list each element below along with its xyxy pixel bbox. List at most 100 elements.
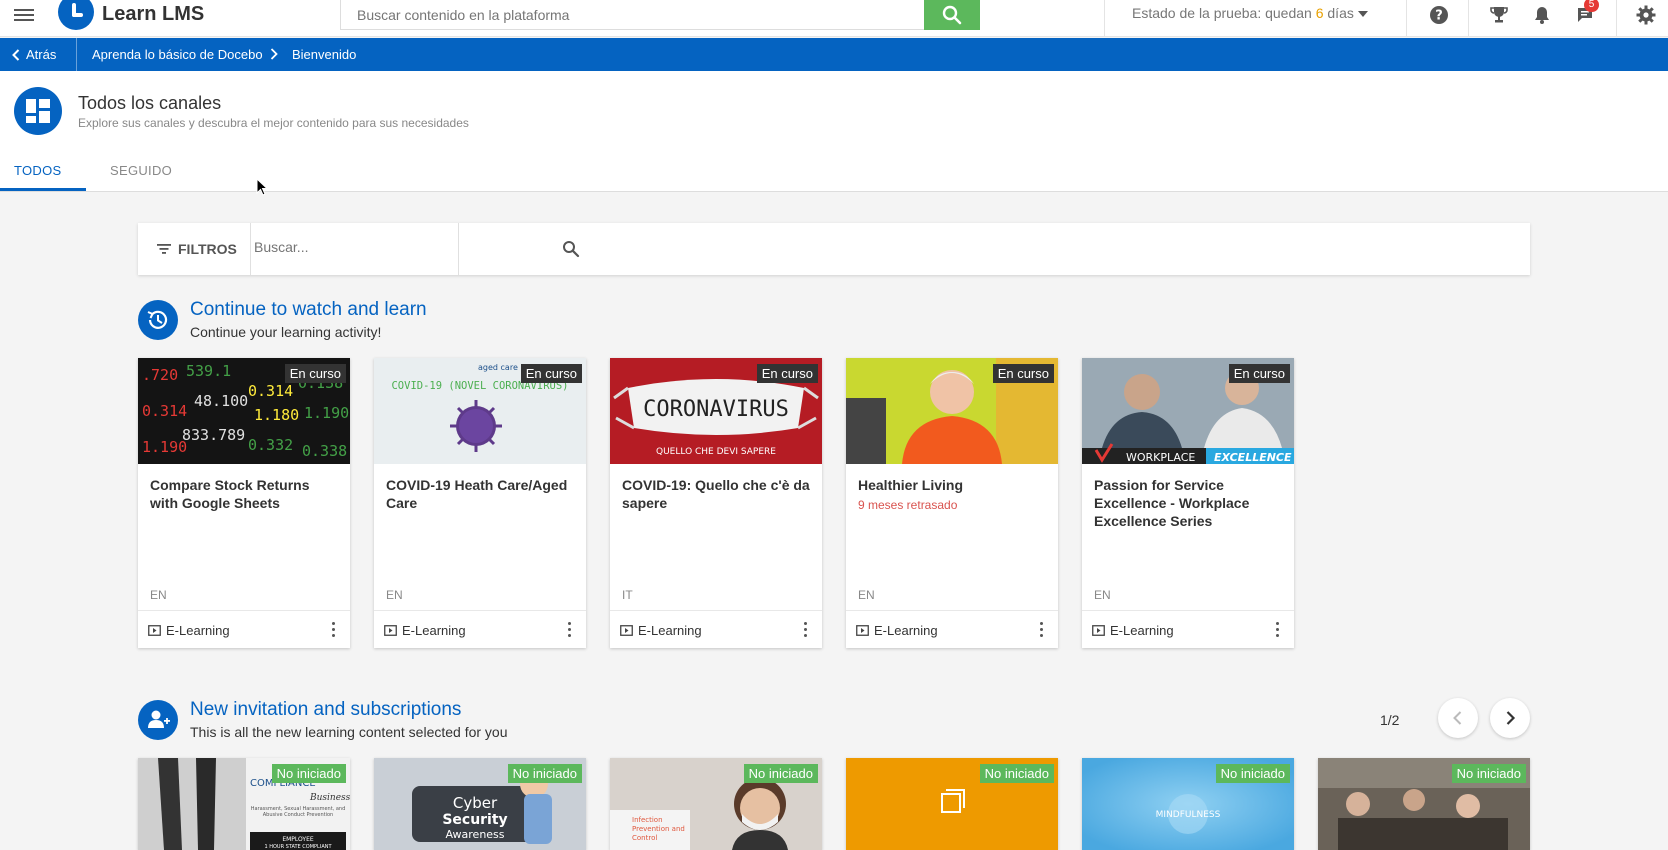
catalog-search-input[interactable] [254, 239, 404, 255]
more-options-icon[interactable] [804, 622, 808, 638]
divider [250, 223, 251, 275]
course-thumbnail: CORONAVIRUS QUELLO CHE DEVI SAPERE En cu… [610, 358, 822, 464]
course-card[interactable]: En curso Healthier Living 9 meses retras… [846, 358, 1058, 648]
course-title: Healthier Living [858, 477, 964, 493]
card-footer: E-Learning [846, 610, 1058, 648]
chevron-right-icon [1506, 711, 1516, 725]
more-options-icon[interactable] [1276, 622, 1280, 638]
course-card[interactable]: Cyber Security Awareness No iniciado [374, 758, 586, 850]
thumb-subtext: Harassment, Sexual Harassment, and Abusi… [250, 806, 346, 818]
trial-prefix: Estado de la prueba: quedan [1132, 5, 1316, 21]
thumb-text: WORKPLACE [1126, 451, 1195, 464]
trial-suffix: días [1323, 5, 1354, 21]
filter-icon [157, 244, 171, 254]
course-language: EN [858, 588, 875, 602]
course-type-label: E-Learning [638, 623, 702, 638]
global-search-button[interactable] [924, 0, 980, 30]
top-bar: Learn LMS Estado de la prueba: quedan 6 … [0, 0, 1668, 37]
course-card[interactable]: WORKPLACE EXCELLENCE En curso Passion fo… [1082, 358, 1294, 648]
section-subtitle: This is all the new learning content sel… [190, 724, 508, 740]
search-icon [942, 5, 962, 25]
logo-icon[interactable] [58, 0, 94, 30]
tab-followed[interactable]: SEGUIDO [110, 163, 172, 178]
trophy-icon[interactable] [1488, 4, 1510, 26]
prev-page-button[interactable] [1438, 698, 1478, 738]
course-type: E-Learning [620, 623, 702, 638]
course-card[interactable]: No iniciado [1318, 758, 1530, 850]
chevron-left-icon [12, 48, 20, 61]
app-name[interactable]: Learn LMS [102, 3, 204, 26]
chevron-right-icon [270, 48, 278, 60]
back-button[interactable]: Atrás [12, 47, 56, 62]
thumb-text-accent: Business [309, 793, 350, 803]
thumb-text-accent: EXCELLENCE [1214, 451, 1292, 464]
course-card[interactable]: No iniciado [846, 758, 1058, 850]
video-icon [384, 625, 397, 636]
course-type: E-Learning [1092, 623, 1174, 638]
bell-icon[interactable] [1531, 4, 1553, 26]
global-search-input[interactable] [341, 0, 925, 29]
video-icon [148, 625, 161, 636]
course-card[interactable]: MINDFULNESS No iniciado [1082, 758, 1294, 850]
thumb-brand: aged care [478, 363, 518, 372]
thumb-text: MINDFULNESS [1156, 810, 1221, 820]
video-icon [856, 625, 869, 636]
svg-text:0.314: 0.314 [248, 382, 293, 400]
course-card[interactable]: Infection Prevention and Control No inic… [610, 758, 822, 850]
chevron-left-icon [1453, 711, 1462, 725]
course-card[interactable]: CORONAVIRUS QUELLO CHE DEVI SAPERE En cu… [610, 358, 822, 648]
card-footer: E-Learning [374, 610, 586, 648]
breadcrumb-item-docebo[interactable]: Aprenda lo básico de Docebo [92, 47, 263, 62]
thumb-subtext: QUELLO CHE DEVI SAPERE [656, 447, 776, 457]
status-badge: No iniciado [1215, 764, 1290, 783]
course-title: COVID-19: Quello che c'è da sapere [622, 477, 810, 511]
divider [1468, 0, 1469, 36]
status-badge: En curso [1228, 364, 1290, 383]
active-tab-indicator [0, 188, 86, 191]
gear-icon[interactable] [1635, 4, 1657, 26]
divider [1616, 0, 1617, 36]
course-type: E-Learning [148, 623, 230, 638]
filter-bar: FILTROS [138, 223, 1530, 275]
svg-text:0.314: 0.314 [142, 402, 187, 420]
svg-text:.720: .720 [142, 366, 178, 384]
more-options-icon[interactable] [332, 622, 336, 638]
status-badge: En curso [992, 364, 1054, 383]
status-badge: En curso [520, 364, 582, 383]
svg-text:0.332: 0.332 [248, 436, 293, 454]
page-subtitle: Explore sus canales y descubra el mejor … [78, 116, 469, 130]
section-title[interactable]: Continue to watch and learn [190, 299, 427, 321]
search-icon[interactable] [562, 240, 580, 258]
trial-status[interactable]: Estado de la prueba: quedan 6 días [1132, 5, 1368, 21]
course-type-label: E-Learning [874, 623, 938, 638]
overdue-label: 9 meses retrasado [858, 498, 958, 512]
filters-button[interactable]: FILTROS [156, 241, 237, 257]
svg-text:1.180: 1.180 [254, 406, 299, 424]
card-footer: E-Learning [1082, 610, 1294, 648]
breadcrumb-item-welcome[interactable]: Bienvenido [292, 47, 356, 62]
thumb-text: Infection Prevention and Control [632, 816, 685, 842]
back-label: Atrás [26, 47, 57, 62]
divider [76, 38, 77, 71]
help-icon[interactable]: ? [1428, 4, 1450, 26]
status-badge: No iniciado [979, 764, 1054, 783]
svg-text:1.190: 1.190 [304, 404, 349, 422]
status-badge: No iniciado [743, 764, 818, 783]
course-language: EN [1094, 588, 1111, 602]
more-options-icon[interactable] [568, 622, 572, 638]
more-options-icon[interactable] [1040, 622, 1044, 638]
course-card[interactable]: COMPLIANCE Business Harassment, Sexual H… [138, 758, 350, 850]
tab-all[interactable]: TODOS [14, 163, 62, 178]
course-card[interactable]: .720 539.1 0.314 48.100 0.314 0.138 1.190 833… [138, 358, 350, 648]
add-user-icon [138, 700, 178, 740]
course-type-label: E-Learning [1110, 623, 1174, 638]
menu-icon[interactable] [14, 6, 34, 26]
breadcrumb: Atrás Aprenda lo básico de Docebo Bienve… [0, 38, 1668, 71]
video-icon [620, 625, 633, 636]
next-page-button[interactable] [1490, 698, 1530, 738]
filters-label: FILTROS [178, 241, 237, 257]
divider [1406, 0, 1407, 36]
pager-indicator: 1/2 [1380, 712, 1400, 728]
section-title[interactable]: New invitation and subscriptions [190, 699, 461, 721]
course-card[interactable]: aged care COVID-19 (NOVEL CORONAVIRUS) E… [374, 358, 586, 648]
